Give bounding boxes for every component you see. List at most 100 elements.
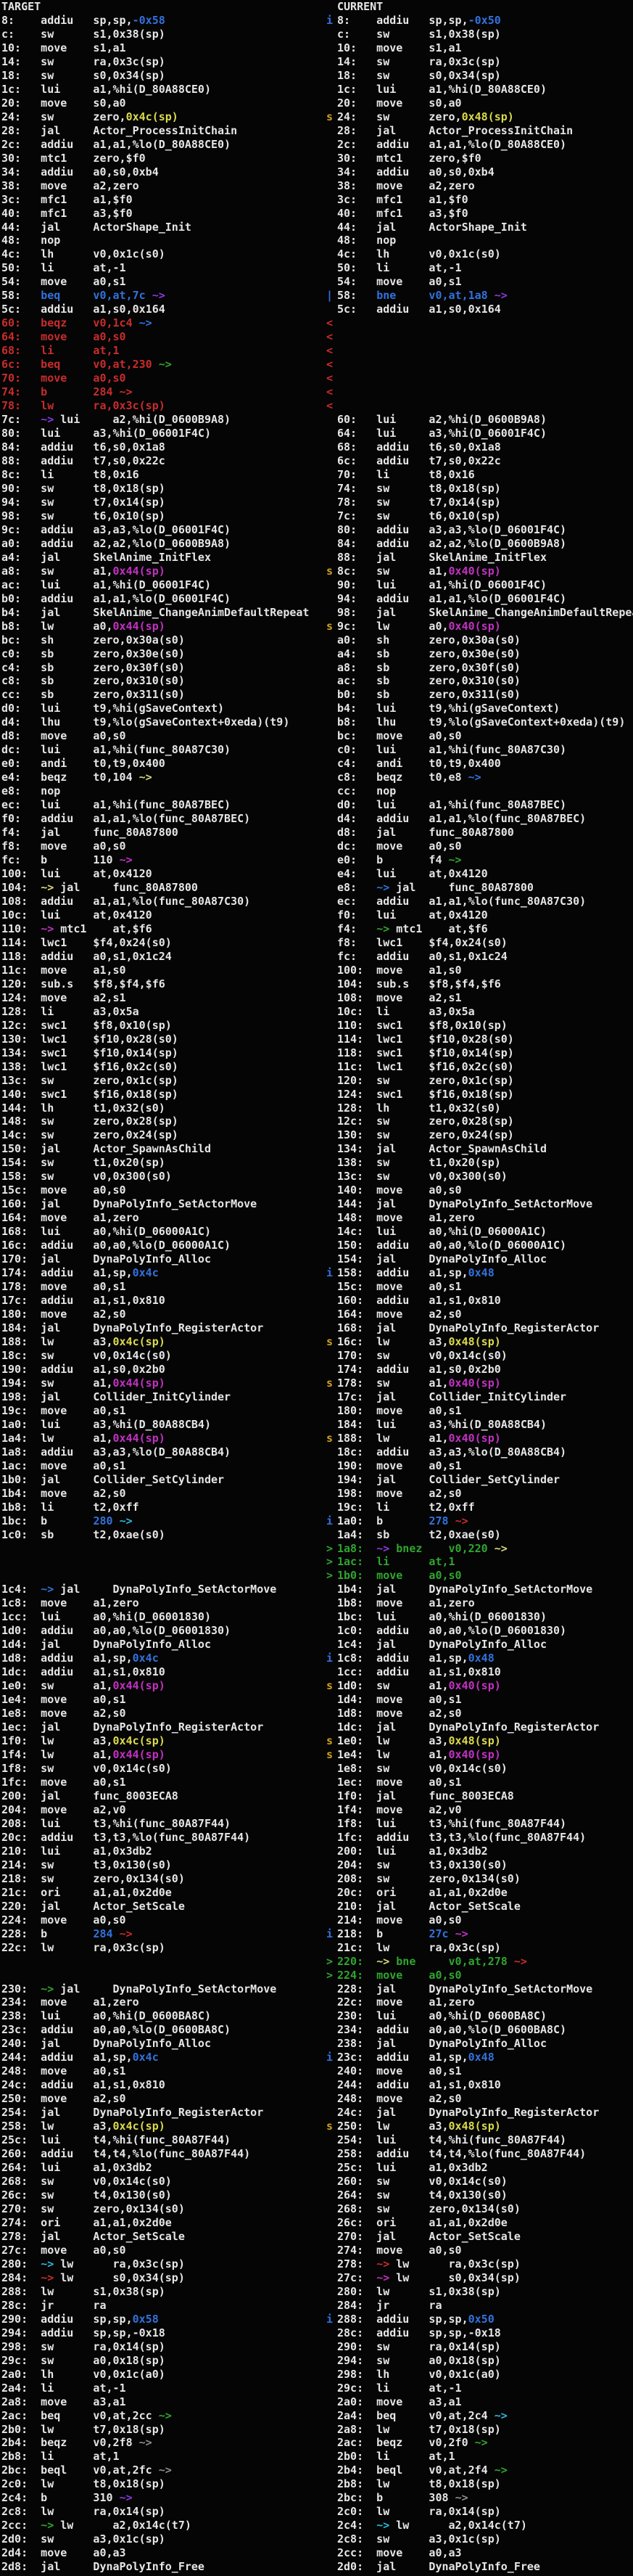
target-line: 34: addiu a0,s0,0xb4: [1, 165, 159, 179]
target-line: 138: lwc1 $f16,0x2c(s0): [1, 1060, 178, 1074]
asm-row: 294: addiu sp,sp,-0x1828c: addiu sp,sp,-…: [0, 2326, 633, 2340]
current-line: 1cc: addiu a1,s1,0x810: [337, 1665, 501, 1679]
target-line: 100: lui at,0x4120: [1, 867, 152, 881]
target-line: 1b8: li t2,0xff: [1, 1501, 139, 1514]
target-line: 70: move a0,s0: [1, 372, 126, 385]
asm-row: 54: move a0,s154: move a0,s1: [0, 275, 633, 289]
diff-marker: i: [326, 14, 333, 28]
target-line: 198: jal Collider_InitCylinder: [1, 1390, 231, 1404]
asm-row: e4: beqz t0,104 ~>c8: beqz t0,e8 ~>: [0, 771, 633, 784]
current-line: 174: addiu a1,s0,0x2b0: [337, 1363, 501, 1377]
asm-row: 74: b 284 ~><: [0, 385, 633, 399]
asm-row: b4: jal SkelAnime_ChangeAnimDefaultRepea…: [0, 606, 633, 620]
asm-row: 1fc: move a0,s11ec: move a0,s1: [0, 1776, 633, 1789]
target-line: a8: sw a1,0x44(sp): [1, 565, 165, 578]
asm-row: 124: move a2,s1108: move a2,s1: [0, 991, 633, 1005]
asm-row: 2bc: beql v0,at,2fc ~>2b4: beql v0,at,2f…: [0, 2464, 633, 2477]
target-line: 174: addiu a1,sp,0x4c: [1, 1266, 159, 1280]
target-line: 2d0: sw a3,0x1c(sp): [1, 2532, 165, 2546]
target-line: 14: sw ra,0x3c(sp): [1, 55, 165, 69]
target-line: 58: beq v0,at,7c ~>: [1, 289, 165, 303]
current-line: 2c: addiu a1,a1,%lo(D_80A88CE0): [337, 138, 566, 152]
target-line: c4: sb zero,0x30f(s0): [1, 661, 185, 675]
asm-row: 210: lui a1,0x3db2200: lui a1,0x3db2: [0, 1845, 633, 1858]
target-line: b8: lw a0,0x44(sp): [1, 620, 165, 633]
asm-row: 2c: addiu a1,a1,%lo(D_80A88CE0) 2c: addiu…: [0, 138, 633, 152]
current-line: 8: addiu sp,sp,-0x50: [337, 14, 501, 28]
asm-row: 1c0: sb t2,0xae(s0)1a4: sb t2,0xae(s0): [0, 1528, 633, 1542]
diff-marker: >: [326, 1542, 333, 1556]
asm-row: 254: jal DynaPolyInfo_RegisterActor24c: …: [0, 2106, 633, 2120]
target-line: fc: b 110 ~>: [1, 853, 133, 867]
current-line: 164: move a2,s0: [337, 1308, 462, 1321]
current-line: 10: move s1,a1: [337, 41, 462, 55]
target-line: 1e4: move a0,s1: [1, 1693, 126, 1707]
target-line: 124: move a2,s1: [1, 991, 126, 1005]
asm-row: 280: ~> lw ra,0x3c(sp)278: ~> lw ra,0x3c…: [0, 2257, 633, 2271]
target-line: 2c: addiu a1,a1,%lo(D_80A88CE0): [1, 138, 231, 152]
target-line: 1f4: lw a1,0x44(sp): [1, 1748, 165, 1762]
target-line: 210: lui a1,0x3db2: [1, 1845, 152, 1858]
diff-marker: >: [326, 1955, 333, 1969]
target-line: 238: lui a0,%hi(D_0600BA8C): [1, 2009, 211, 2023]
asm-row: 218: sw zero,0x134(s0)208: sw zero,0x134…: [0, 1872, 633, 1886]
asm-row: 20: move s0,a020: move s0,a0: [0, 97, 633, 110]
asm-row: 26c: sw t4,0x130(s0)264: sw t4,0x130(s0): [0, 2189, 633, 2202]
asm-row: 1b8: li t2,0xff19c: li t2,0xff: [0, 1501, 633, 1514]
current-line: 150: addiu a0,a0,%lo(D_06000A1C): [337, 1239, 566, 1252]
current-line: 298: lh v0,0x1c(a0): [337, 2368, 501, 2382]
asm-row: 88: addiu t7,s0,0x22c6c: addiu t7,s0,0x2…: [0, 454, 633, 468]
current-line: 204: sw t3,0x130(s0): [337, 1858, 508, 1872]
target-line: 164: move a1,zero: [1, 1211, 139, 1225]
target-line: 148: sw zero,0x28(sp): [1, 1115, 178, 1128]
asm-row: 18: sw s0,0x34(sp)18: sw s0,0x34(sp): [0, 69, 633, 83]
target-line: 54: move a0,s1: [1, 275, 126, 289]
asm-row: 2c0: lw t8,0x18(sp)2b8: lw t8,0x18(sp): [0, 2477, 633, 2491]
asm-row: 214: sw t3,0x130(s0)204: sw t3,0x130(s0): [0, 1858, 633, 1872]
asm-row: 178: move a0,s115c: move a0,s1: [0, 1280, 633, 1294]
asm-row: c: sw s1,0x38(sp)c: sw s1,0x38(sp): [0, 28, 633, 41]
asm-row: 230: ~> jal DynaPolyInfo_SetActorMove228…: [0, 1982, 633, 1996]
target-line: b4: jal SkelAnime_ChangeAnimDefaultRepea…: [1, 606, 309, 620]
target-line: 250: move a2,s0: [1, 2092, 126, 2106]
current-line: 60: lui a2,%hi(D_0600B9A8): [337, 413, 547, 427]
asm-row: 2cc: ~> lw a2,0x14c(t7)2c4: ~> lw a2,0x1…: [0, 2519, 633, 2532]
current-line: 244: addiu a1,s1,0x810: [337, 2078, 501, 2092]
current-line: 1d0: sw a1,0x40(sp): [337, 1679, 501, 1693]
current-line: 2bc: b 308 ~>: [337, 2491, 468, 2505]
target-line: 230: ~> jal DynaPolyInfo_SetActorMove: [1, 1982, 276, 1996]
target-line: 1b4: move a2,s0: [1, 1487, 126, 1501]
asm-row: 8: addiu sp,sp,-0x58i8: addiu sp,sp,-0x5…: [0, 14, 633, 28]
current-line: 198: move a2,s0: [337, 1487, 462, 1501]
current-line: 17c: jal Collider_InitCylinder: [337, 1390, 566, 1404]
target-line: c: sw s1,0x38(sp): [1, 28, 165, 41]
asm-row: 248: move a0,s1240: move a0,s1: [0, 2064, 633, 2078]
current-line: cc: nop: [337, 784, 396, 798]
diff-header-row: TARGET CURRENT: [0, 0, 633, 14]
asm-row: >224: move a0,s0: [0, 1969, 633, 1982]
current-line: 170: sw v0,0x14c(s0): [337, 1349, 508, 1363]
current-line: 21c: lw ra,0x3c(sp): [337, 1941, 501, 1955]
diff-marker: s: [326, 1679, 333, 1693]
diff-marker: s: [326, 1734, 333, 1748]
asm-row: 114: lwc1 $f4,0x24(s0)f8: lwc1 $f4,0x24(…: [0, 936, 633, 950]
current-line: 238: jal DynaPolyInfo_Alloc: [337, 2037, 547, 2051]
asm-row: 140: swc1 $f16,0x18(sp)124: swc1 $f16,0x…: [0, 1088, 633, 1102]
asm-row: 19c: move a0,s1180: move a0,s1: [0, 1404, 633, 1418]
asm-row: 21c: ori a1,a1,0x2d0e20c: ori a1,a1,0x2d…: [0, 1886, 633, 1900]
asm-row: 184: jal DynaPolyInfo_RegisterActor168: …: [0, 1321, 633, 1335]
current-line: 1b4: jal DynaPolyInfo_SetActorMove: [337, 1583, 592, 1596]
current-line: 1fc: addiu t3,t3,%lo(func_80A87F44): [337, 1831, 586, 1845]
current-line: 24: sw zero,0x48(sp): [337, 110, 514, 124]
target-line: 154: sw t1,0x20(sp): [1, 1156, 165, 1170]
asm-row: 4c: lh v0,0x1c(s0)4c: lh v0,0x1c(s0): [0, 247, 633, 261]
target-line: 110: ~> mtc1 at,$f6: [1, 922, 152, 936]
asm-row: 104: ~> jal func_80A87800e8: ~> jal func…: [0, 881, 633, 895]
asm-row: 38: move a2,zero38: move a2,zero: [0, 179, 633, 193]
asm-row: 154: sw t1,0x20(sp)138: sw t1,0x20(sp): [0, 1156, 633, 1170]
current-line: a0: sh zero,0x30a(s0): [337, 633, 521, 647]
current-line: 128: lh t1,0x32(s0): [337, 1102, 501, 1115]
asm-row: 48: nop48: nop: [0, 234, 633, 247]
asm-row: 1f8: sw v0,0x14c(s0)1e8: sw v0,0x14c(s0): [0, 1762, 633, 1776]
target-line: 188: lw a3,0x4c(sp): [1, 1335, 165, 1349]
